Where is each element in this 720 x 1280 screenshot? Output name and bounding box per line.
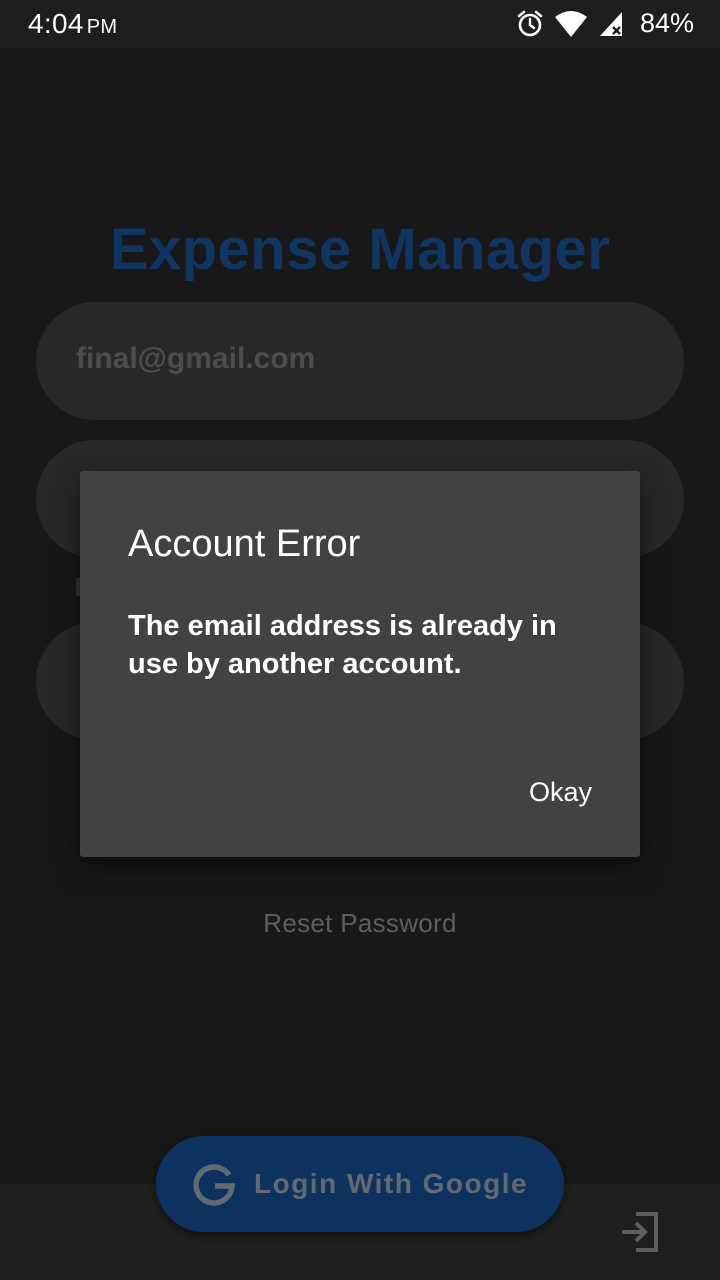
status-time-ampm: PM [86, 16, 118, 38]
battery-level: 84% [639, 8, 694, 38]
wifi-icon [554, 10, 588, 38]
account-error-dialog: Account Error The email address is alrea… [80, 471, 640, 857]
alarm-icon [516, 10, 544, 38]
dialog-title: Account Error [128, 523, 361, 565]
app-screen: 4:04 PM 84% Account Error The email addr… [0, 0, 720, 1280]
status-bar: 4:04 PM 84% [0, 0, 720, 48]
okay-button[interactable]: Okay [529, 777, 592, 808]
dialog-message: The email address is already in use by a… [128, 610, 557, 680]
cell-signal-icon [598, 10, 624, 38]
status-time: 4:04 PM [28, 8, 117, 40]
status-time-value: 4:04 [28, 8, 84, 39]
status-icons: 84% [516, 8, 694, 39]
